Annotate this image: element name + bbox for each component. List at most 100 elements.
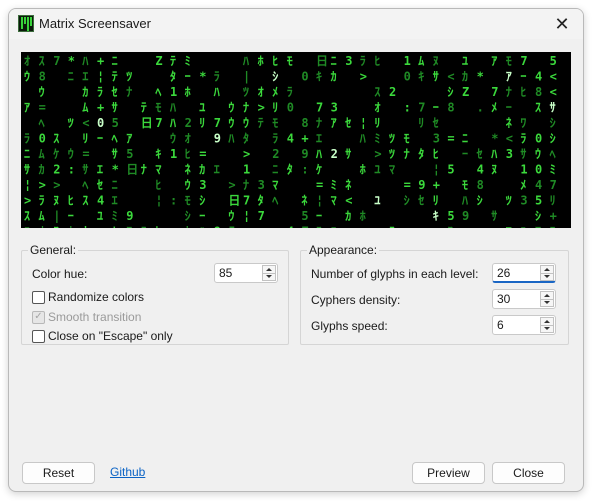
matrix-glyph: 1 (170, 147, 177, 161)
glyphs-speed-spinner[interactable] (492, 315, 556, 335)
matrix-glyph: ﾇ (53, 225, 59, 229)
matrix-glyph: 7 (550, 178, 557, 192)
matrix-glyph: ｴ (82, 70, 88, 84)
matrix-glyph: 1 (520, 163, 527, 177)
matrix-glyph: ｽ (374, 85, 380, 99)
matrix-glyph: ﾐ (185, 54, 191, 68)
matrix-glyph: ﾘ (199, 116, 205, 130)
preview-button[interactable]: Preview (412, 462, 485, 484)
matrix-glyph: 7 (316, 101, 323, 115)
matrix-glyph: ﾏ (389, 163, 395, 177)
glyphs-per-level-down-button[interactable] (540, 273, 554, 281)
matrix-glyph: ﾈ (345, 178, 351, 192)
github-link[interactable]: Github (110, 465, 145, 479)
smooth-transition-label: Smooth transition (48, 310, 142, 324)
matrix-glyph: 4 (535, 178, 542, 192)
matrix-glyph: 4 (535, 70, 542, 84)
randomize-colors-checkbox[interactable]: Randomize colors (32, 290, 144, 304)
matrix-preview: ｵｳｱﾗﾆｻ¦>ｽﾆｽ8ｳ=ﾍ0ﾑｶ>ﾗﾑｵ7ｽｹ2>ﾇ|ﾇ*ﾆﾂｳ:ﾋｰﾎﾊｴ… (21, 52, 571, 228)
matrix-glyph: ｾ (111, 85, 118, 99)
matrix-glyph: < (345, 194, 352, 208)
close-button[interactable]: Close (492, 462, 565, 484)
title-bar[interactable]: Matrix Screensaver ✕ (9, 9, 583, 39)
glyphs-per-level-input[interactable] (493, 264, 539, 282)
matrix-glyph: ﾍ (271, 194, 278, 208)
reset-button[interactable]: Reset (22, 462, 95, 484)
matrix-glyph: 日 (228, 194, 240, 208)
matrix-glyph: ｳ (228, 116, 234, 130)
matrix-glyph: ﾈ (301, 194, 307, 208)
color-hue-up-button[interactable] (262, 265, 276, 274)
matrix-glyph: > (258, 101, 265, 115)
matrix-glyph: ｰ (185, 70, 191, 84)
matrix-glyph: = (39, 101, 46, 115)
close-window-button[interactable]: ✕ (551, 13, 573, 35)
matrix-glyph: 8 (39, 70, 46, 84)
matrix-glyph: ﾅ (506, 85, 512, 99)
matrix-glyph: : (404, 101, 411, 115)
matrix-glyph: ｼ (550, 116, 556, 130)
matrix-glyph: ﾎ (68, 225, 74, 229)
matrix-glyph: < (82, 116, 89, 130)
matrix-glyph: = (199, 147, 206, 161)
glyphs-per-level-up-button[interactable] (540, 265, 554, 274)
cyphers-density-up-button[interactable] (540, 291, 554, 300)
matrix-glyph: 5 (447, 209, 454, 223)
matrix-glyph: ﾈ (185, 163, 191, 177)
matrix-glyph: 7 (243, 194, 250, 208)
glyphs-speed-up-button[interactable] (540, 317, 554, 326)
matrix-glyph: ﾎ (258, 54, 264, 68)
matrix-glyph: ﾀ (243, 131, 249, 146)
cyphers-density-input[interactable] (493, 290, 539, 308)
color-hue-label: Color hue: (32, 267, 88, 281)
matrix-glyph: ｷ (155, 147, 161, 161)
matrix-glyph: ﾑ (39, 209, 45, 223)
matrix-glyph: ﾜ (520, 116, 526, 130)
matrix-glyph: + (97, 54, 104, 68)
matrix-glyph: ﾍ (154, 85, 161, 99)
matrix-glyph: ｹ (316, 163, 322, 177)
cyphers-density-spin-buttons (540, 291, 554, 307)
matrix-glyph: * (112, 163, 119, 177)
matrix-glyph: 5 (301, 209, 308, 223)
matrix-glyph: ﾊ (461, 194, 468, 208)
glyphs-per-level-spinner[interactable] (492, 263, 556, 283)
matrix-glyph: ﾆ (24, 225, 30, 229)
matrix-glyph: ｼ (477, 194, 483, 208)
matrix-glyph: ｶ (39, 163, 45, 177)
matrix-glyph: ｴ (214, 163, 220, 177)
cyphers-density-spinner[interactable] (492, 289, 556, 309)
checkbox-box[interactable] (32, 329, 45, 343)
matrix-glyph: 2 (272, 147, 279, 161)
matrix-glyph: ｳ (68, 147, 74, 161)
matrix-glyph: * (477, 70, 484, 84)
matrix-glyph: < (550, 70, 557, 84)
checkbox-box[interactable] (32, 290, 45, 304)
matrix-glyph: ｽ (53, 132, 59, 146)
matrix-glyph: 8 (447, 101, 454, 115)
matrix-glyph: ｶ (185, 225, 191, 229)
cyphers-density-down-button[interactable] (540, 299, 554, 307)
matrix-glyph: ﾀ (258, 193, 264, 208)
matrix-glyph: ﾊ (490, 147, 497, 161)
color-hue-down-button[interactable] (262, 273, 276, 281)
matrix-glyph: ｽ (389, 225, 395, 229)
color-hue-input[interactable] (215, 264, 261, 282)
matrix-glyph: 日 (316, 54, 328, 68)
matrix-glyph: ﾗ (287, 85, 293, 99)
matrix-glyph: ﾑ (112, 225, 118, 229)
matrix-glyph: ¦ (433, 163, 440, 177)
matrix-glyph: ﾅ (126, 85, 132, 99)
matrix-glyph: ﾋ (520, 85, 526, 99)
color-hue-spinner[interactable] (214, 263, 278, 283)
matrix-glyph: < (447, 70, 454, 84)
arrow-up-icon (544, 293, 550, 297)
glyphs-speed-down-button[interactable] (540, 325, 554, 333)
matrix-glyph: ﾇ (447, 225, 453, 229)
matrix-glyph: Z (301, 225, 308, 229)
matrix-glyph: + (97, 101, 104, 115)
matrix-glyph: ﾜ (126, 225, 132, 229)
close-on-escape-checkbox[interactable]: Close on "Escape" only (32, 329, 173, 343)
glyphs-speed-input[interactable] (493, 316, 539, 334)
matrix-glyph: ｼ (272, 70, 278, 84)
